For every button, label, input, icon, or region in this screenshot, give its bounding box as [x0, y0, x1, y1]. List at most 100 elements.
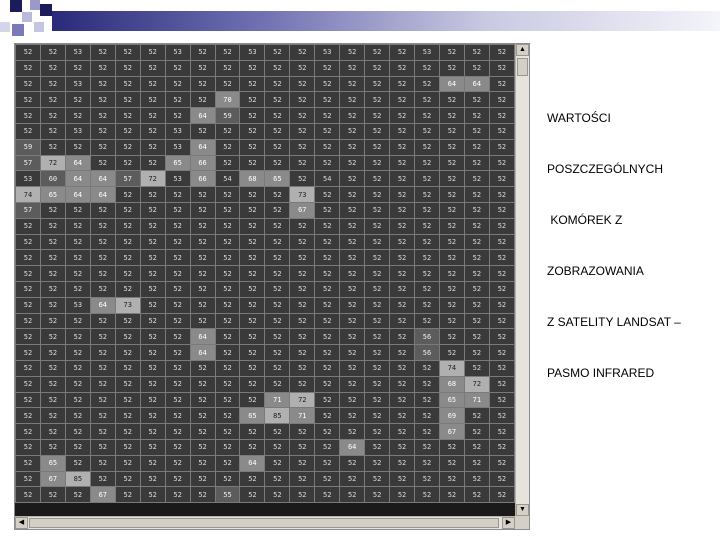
grid-cell: 52 [64, 249, 91, 267]
grid-cell: 52 [463, 154, 490, 172]
grid-row: 52 52 53 52 52 52 53 52 52 52 52 52 52 52 52 52 52 52 52 52 [15, 122, 515, 140]
grid-cell: 52 [488, 75, 515, 93]
grid-cell: 52 [15, 122, 41, 140]
grid-cell: 52 [414, 470, 440, 488]
grid-cell: 52 [214, 375, 241, 393]
grid-cell: 64 [89, 296, 116, 314]
grid-cell: 52 [438, 280, 465, 298]
grid-row: 52 65 52 52 52 52 52 52 52 64 52 52 52 52 52 52 52 52 52 52 [15, 454, 515, 472]
grid-cell: 52 [89, 265, 116, 282]
grid-cell: 85 [264, 407, 291, 425]
grid-cell: 52 [488, 375, 515, 393]
grid-cell: 52 [438, 154, 465, 172]
grid-cell: 52 [438, 312, 465, 330]
grid-cell: 52 [264, 375, 291, 393]
grid-cell: 52 [89, 454, 116, 472]
grid-cell: 52 [114, 154, 141, 172]
horizontal-scroll-thumb[interactable] [29, 518, 499, 528]
grid-cell: 52 [114, 359, 141, 377]
grid-cell: 52 [114, 265, 141, 282]
grid-cell: 52 [314, 438, 341, 456]
grid-cell: 52 [239, 59, 266, 77]
grid-cell: 52 [164, 454, 191, 472]
grid-cell: 52 [463, 265, 490, 282]
grid-cell: 52 [114, 201, 141, 219]
grid-cell: 52 [15, 44, 41, 61]
grid-row: 52 52 53 52 52 52 53 52 52 53 52 52 53 52 52 52 53 52 52 52 [15, 44, 515, 61]
grid-row: 52 52 52 52 52 52 52 52 52 52 52 52 52 52 52 52 52 74 52 52 [15, 359, 515, 377]
grid-cell: 52 [414, 75, 440, 93]
horizontal-scrollbar[interactable]: ◀ ▶ [15, 516, 515, 529]
grid-cell: 52 [264, 122, 291, 140]
grid-cell: 52 [139, 138, 166, 156]
grid-cell: 52 [114, 233, 141, 251]
grid-cell: 52 [39, 296, 66, 314]
scroll-right-button[interactable]: ▶ [502, 517, 515, 529]
grid-cell: 52 [189, 280, 216, 298]
vertical-scrollbar[interactable]: ▲ ▼ [515, 44, 529, 516]
scroll-down-button[interactable]: ▼ [516, 504, 529, 516]
grid-cell: 52 [314, 138, 341, 156]
grid-cell: 52 [339, 407, 366, 425]
grid-cell: 52 [64, 312, 91, 330]
grid-cell: 52 [189, 59, 216, 77]
grid-cell: 52 [364, 154, 391, 172]
scroll-up-button[interactable]: ▲ [516, 44, 529, 56]
grid-cell: 52 [114, 486, 141, 504]
grid-cell: 52 [239, 438, 266, 456]
grid-row: 52 52 52 52 52 52 52 64 52 52 52 52 52 52 52 52 56 52 52 52 [15, 344, 515, 361]
grid-cell: 52 [15, 249, 41, 267]
grid-cell: 52 [164, 359, 191, 377]
grid-cell: 52 [164, 470, 191, 488]
vertical-scroll-thumb[interactable] [517, 58, 528, 76]
grid-cell: 52 [189, 423, 216, 440]
grid-cell: 53 [314, 44, 341, 61]
grid-cell: 52 [389, 265, 415, 282]
grid-cell: 52 [139, 438, 166, 456]
grid-cell: 53 [414, 44, 440, 61]
grid-cell: 52 [438, 438, 465, 456]
grid-cell: 52 [114, 280, 141, 298]
grid-cell: 68 [438, 375, 465, 393]
grid-cell: 52 [364, 312, 391, 330]
grid-row: 52 52 53 64 73 52 52 52 52 52 52 52 52 52 52 52 52 52 52 52 [15, 296, 515, 314]
grid-cell: 52 [438, 170, 465, 188]
grid-cell: 52 [339, 423, 366, 440]
grid-cell: 52 [414, 233, 440, 251]
grid-cell: 52 [39, 122, 66, 140]
grid-cell: 52 [289, 107, 316, 124]
grid-cell: 52 [389, 91, 415, 109]
grid-cell: 52 [239, 107, 266, 124]
grid-cell: 52 [389, 107, 415, 124]
caption-line: PASMO INFRARED [547, 366, 655, 380]
grid-cell: 52 [463, 122, 490, 140]
grid-cell: 52 [64, 280, 91, 298]
grid-cell: 52 [39, 344, 66, 361]
grid-cell: 52 [89, 375, 116, 393]
grid-cell: 52 [139, 44, 166, 61]
grid-cell: 60 [39, 170, 66, 188]
grid-cell: 52 [89, 91, 116, 109]
grid-cell: 52 [89, 201, 116, 219]
decor-square [12, 24, 24, 36]
grid-cell: 52 [264, 233, 291, 251]
grid-cell: 52 [214, 154, 241, 172]
grid-row: 52 52 52 52 52 52 52 52 52 52 52 52 52 52 52 52 52 52 52 52 [15, 217, 515, 235]
grid-cell: 52 [339, 186, 366, 203]
grid-cell: 52 [139, 186, 166, 203]
grid-cell: 52 [289, 296, 316, 314]
grid-cell: 52 [114, 375, 141, 393]
grid-cell: 52 [438, 44, 465, 61]
scroll-left-button[interactable]: ◀ [15, 517, 28, 529]
grid-cell: 52 [364, 265, 391, 282]
grid-cell: 52 [214, 454, 241, 472]
grid-cell: 52 [389, 186, 415, 203]
grid-cell: 52 [463, 328, 490, 346]
grid-cell: 52 [389, 486, 415, 504]
grid-cell: 52 [438, 186, 465, 203]
grid-cell: 52 [64, 375, 91, 393]
grid-cell: 52 [264, 486, 291, 504]
grid-cell: 52 [339, 454, 366, 472]
grid-cell: 52 [15, 423, 41, 440]
grid-cell: 52 [364, 107, 391, 124]
